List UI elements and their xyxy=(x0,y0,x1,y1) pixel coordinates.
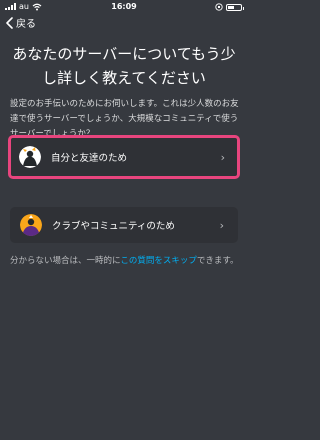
skip-hint: 分からない場合は、一時的にこの質問をスキップできます。 xyxy=(10,254,242,268)
option-friends[interactable]: 自分と友達のため › xyxy=(8,135,240,179)
status-bar: au 16:09 xyxy=(0,0,248,14)
chevron-right-icon: › xyxy=(219,218,224,232)
page-title: あなたのサーバーについてもう少し詳しく教えてください xyxy=(12,45,236,87)
option-community-label: クラブやコミュニティのため xyxy=(52,221,175,232)
skip-question-link[interactable]: この質問をスキップ xyxy=(120,256,197,266)
status-right xyxy=(215,3,244,11)
back-label: 戻る xyxy=(16,19,36,30)
community-icon xyxy=(20,214,42,236)
chevron-right-icon: › xyxy=(220,150,225,164)
option-community[interactable]: クラブやコミュニティのため › xyxy=(10,207,238,243)
status-time: 16:09 xyxy=(111,2,137,11)
option-friends-label: 自分と友達のため xyxy=(51,153,128,164)
friends-icon xyxy=(19,146,41,168)
orientation-lock-icon xyxy=(215,3,223,11)
back-button[interactable]: 戻る xyxy=(6,15,36,30)
skip-hint-prefix: 分からない場合は、一時的に xyxy=(10,256,121,266)
battery-icon xyxy=(226,3,244,11)
skip-hint-suffix: できます。 xyxy=(196,256,239,266)
chevron-left-icon xyxy=(6,16,13,29)
